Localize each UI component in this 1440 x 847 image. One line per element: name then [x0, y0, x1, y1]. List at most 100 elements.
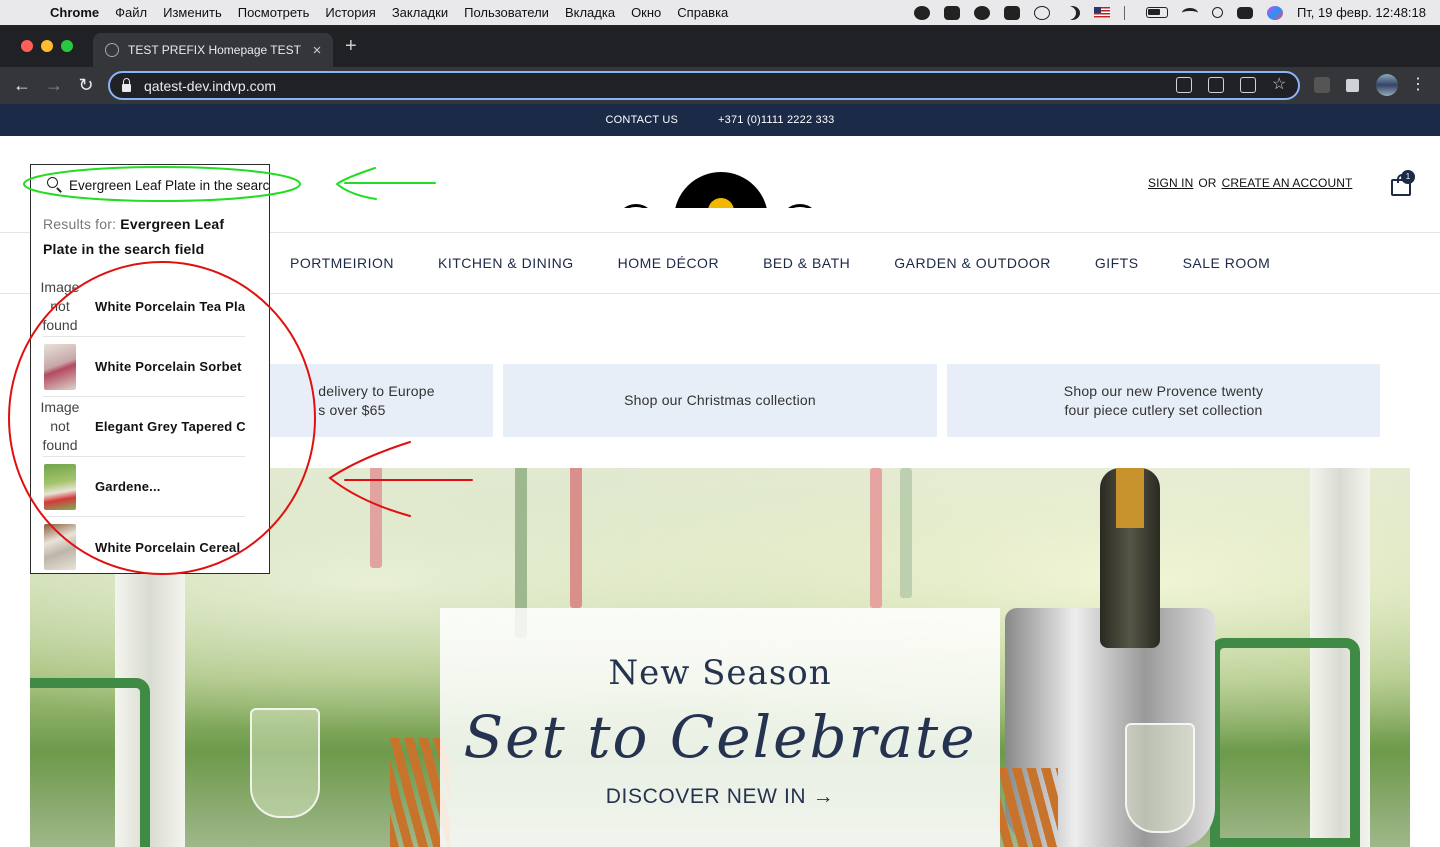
hero-text-card: New Season Set to Celebrate DISCOVER NEW… [440, 608, 1000, 847]
search-result-item[interactable]: Gardene... [43, 457, 245, 517]
reload-icon[interactable]: ↻ [76, 75, 96, 95]
extension-icon[interactable] [1314, 77, 1330, 93]
menu-history[interactable]: История [325, 5, 375, 20]
wine-glass [250, 708, 320, 818]
nav-items: PORTMEIRION KITCHEN & DINING HOME DÉCOR … [290, 233, 1270, 293]
moon-icon[interactable] [1064, 6, 1080, 20]
bluetooth-icon[interactable] [1123, 5, 1132, 20]
logo-right-arc [780, 204, 820, 208]
search-result-item[interactable]: Image not found Elegant Grey Tapered Can… [41, 397, 245, 457]
product-thumbnail [44, 463, 76, 510]
menubar-clock[interactable]: Пт, 19 февр. 12:48:18 [1297, 5, 1426, 20]
product-thumbnail-wrap [35, 522, 85, 572]
search-results-heading: Results for: Evergreen Leaf Plate in the… [43, 212, 253, 262]
menu-help[interactable]: Справка [677, 5, 728, 20]
cart-button[interactable]: 1 [1390, 170, 1415, 196]
bookmark-star-icon[interactable]: ☆ [1272, 77, 1288, 93]
search-result-item[interactable]: White Porcelain Cereal Bowl [43, 517, 245, 573]
search-box[interactable] [31, 165, 269, 205]
lock-icon[interactable] [122, 77, 131, 92]
image-not-found-placeholder: Image not found [40, 399, 80, 453]
minimize-window-button[interactable] [41, 40, 53, 52]
candle [570, 468, 582, 608]
nav-item-portmeirion[interactable]: PORTMEIRION [290, 255, 394, 271]
nav-item-garden-outdoor[interactable]: GARDEN & OUTDOOR [894, 255, 1051, 271]
search-result-item[interactable]: White Porcelain Sorbet Bowl [43, 337, 245, 397]
promo-tile-christmas[interactable]: Shop our Christmas collection [503, 364, 937, 437]
search-result-item[interactable]: Image not found White Porcelain Tea Pla.… [41, 277, 245, 337]
status-play-icon[interactable] [1033, 5, 1050, 20]
contact-us-link[interactable]: CONTACT US [606, 114, 679, 126]
result-product-name[interactable]: White Porcelain Tea Pla... [95, 299, 245, 314]
nav-item-gifts[interactable]: GIFTS [1095, 255, 1139, 271]
close-window-button[interactable] [21, 40, 33, 52]
new-tab-button[interactable]: + [345, 35, 357, 58]
promo-text: Shop our new Provence twenty four piece … [1064, 382, 1263, 420]
nav-item-home-decor[interactable]: HOME DÉCOR [618, 255, 719, 271]
siri-icon[interactable] [1266, 5, 1283, 20]
status-spiral-icon[interactable] [973, 5, 990, 20]
green-chair [1210, 638, 1360, 847]
account-links: SIGN IN OR CREATE AN ACCOUNT [1148, 176, 1352, 190]
nav-item-kitchen-dining[interactable]: KITCHEN & DINING [438, 255, 574, 271]
candle [370, 468, 382, 568]
menu-tab[interactable]: Вкладка [565, 5, 615, 20]
battery-icon[interactable] [1145, 7, 1168, 18]
wifi-icon[interactable] [1181, 7, 1198, 18]
cart-count-badge: 1 [1401, 170, 1415, 184]
product-thumbnail [44, 524, 76, 570]
result-product-name[interactable]: White Porcelain Sorbet Bowl [95, 359, 245, 374]
translate-icon[interactable] [1240, 77, 1256, 93]
result-product-name[interactable]: Elegant Grey Tapered Candle [95, 419, 245, 434]
logo-left-arc [616, 204, 656, 208]
tab-title: TEST PREFIX Homepage TEST [128, 43, 301, 57]
address-bar[interactable]: qatest-dev.indvp.com ☆ [108, 71, 1300, 100]
result-product-name[interactable]: Gardene... [95, 479, 245, 494]
close-tab-icon[interactable]: × [307, 42, 327, 59]
chrome-menu-icon[interactable]: ⋮ [1408, 75, 1428, 95]
status-elephant-icon[interactable] [943, 5, 960, 20]
qr-code-icon[interactable] [1176, 77, 1192, 93]
status-check-icon[interactable] [913, 5, 930, 20]
menu-edit[interactable]: Изменить [163, 5, 222, 20]
us-flag-icon[interactable] [1093, 7, 1110, 18]
menu-file[interactable]: Файл [115, 5, 147, 20]
address-bar-actions: ☆ [1176, 77, 1288, 93]
site-logo[interactable] [610, 172, 830, 208]
promo-text: delivery to Europe s over $65 [318, 382, 434, 420]
results-label: Results for: [43, 216, 117, 232]
promo-line-1: Shop our Christmas collection [624, 392, 816, 408]
discover-new-in-link[interactable]: DISCOVER NEW IN → [440, 785, 1000, 809]
menu-bookmarks[interactable]: Закладки [392, 5, 448, 20]
browser-tab[interactable]: TEST PREFIX Homepage TEST × [93, 33, 333, 67]
phone-number[interactable]: +371 (0)1111 2222 333 [718, 114, 834, 126]
url-text[interactable]: qatest-dev.indvp.com [144, 78, 276, 94]
menu-app-name[interactable]: Chrome [50, 5, 99, 20]
menu-view[interactable]: Посмотреть [238, 5, 310, 20]
site-contact-bar: CONTACT US +371 (0)1111 2222 333 [0, 104, 1440, 136]
extensions-puzzle-icon[interactable] [1346, 79, 1359, 92]
result-product-name[interactable]: White Porcelain Cereal Bowl [95, 540, 245, 555]
sign-in-link[interactable]: SIGN IN [1148, 176, 1193, 190]
nav-item-sale-room[interactable]: SALE ROOM [1183, 255, 1271, 271]
logo-mark [674, 172, 768, 208]
control-center-icon[interactable] [1236, 6, 1253, 19]
open-external-icon[interactable] [1208, 77, 1224, 93]
search-input[interactable] [69, 175, 269, 195]
promo-tile-cutlery[interactable]: Shop our new Provence twenty four piece … [947, 364, 1380, 437]
search-icon[interactable] [47, 177, 58, 188]
nav-item-bed-bath[interactable]: BED & BATH [763, 255, 850, 271]
promo-line-2: s over $65 [318, 401, 386, 418]
back-arrow-icon[interactable]: ← [12, 75, 32, 95]
profile-avatar[interactable] [1376, 74, 1398, 96]
forward-arrow-icon[interactable]: → [44, 75, 64, 95]
zoom-window-button[interactable] [61, 40, 73, 52]
menu-profiles[interactable]: Пользователи [464, 5, 549, 20]
menu-window[interactable]: Окно [631, 5, 661, 20]
spotlight-search-icon[interactable] [1211, 7, 1223, 18]
champagne-bottle [1100, 468, 1160, 648]
browser-toolbar: ← → ↻ qatest-dev.indvp.com ☆ ⋮ [0, 67, 1440, 104]
create-account-link[interactable]: CREATE AN ACCOUNT [1222, 176, 1353, 190]
breadsticks [998, 768, 1058, 847]
status-grid-icon[interactable] [1003, 5, 1020, 20]
